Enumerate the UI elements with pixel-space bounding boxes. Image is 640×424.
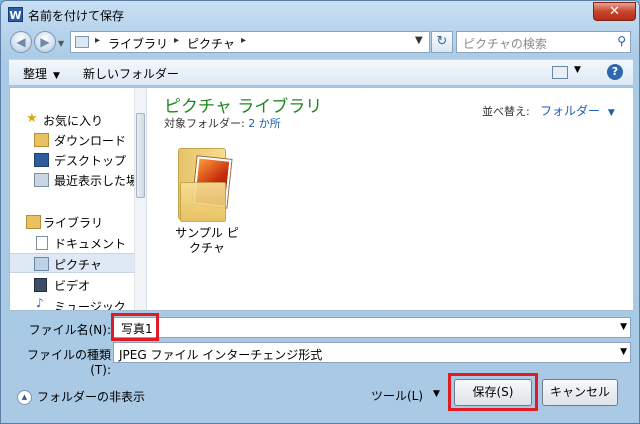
- sort-value: フォルダー: [540, 104, 601, 118]
- search-placeholder: ピクチャの検索: [463, 37, 547, 51]
- download-folder-icon: [34, 133, 49, 147]
- browser-pane: ★ お気に入り ダウンロード デスクトップ 最近表示した場所 ライブラリ: [9, 87, 633, 311]
- sidebar-scrollbar[interactable]: [134, 88, 146, 310]
- sidebar-item-label: ダウンロード: [54, 134, 127, 148]
- library-icon: [26, 215, 41, 229]
- sidebar-item-videos[interactable]: ビデオ: [10, 275, 134, 295]
- library-icon: [75, 36, 89, 48]
- sidebar-item-desktop[interactable]: デスクトップ: [10, 150, 134, 170]
- title-bar: W 名前を付けて保存 ✕: [1, 1, 640, 27]
- address-dropdown-icon[interactable]: ▼: [415, 35, 423, 46]
- sort-label: 並べ替え:: [482, 105, 530, 118]
- file-list-area: ピクチャ ライブラリ 対象フォルダー: 2 か所 並べ替え: フォルダー ▼ サ…: [148, 88, 633, 310]
- folder-front: [180, 182, 226, 222]
- sort-dropdown[interactable]: フォルダー ▼: [540, 102, 615, 119]
- breadcrumb-pictures[interactable]: ピクチャ: [187, 35, 235, 52]
- back-arrow-icon: ◀: [16, 35, 26, 49]
- address-bar[interactable]: ▸ ライブラリ ▸ ピクチャ ▸ ▼: [70, 31, 430, 53]
- breadcrumb-separator-icon[interactable]: ▸: [241, 35, 246, 46]
- chevron-down-icon: ▼: [620, 347, 627, 357]
- hide-folders-label: フォルダーの非表示: [37, 390, 146, 404]
- organize-button[interactable]: 整理 ▼: [23, 65, 60, 82]
- view-icon[interactable]: [552, 66, 568, 79]
- documents-icon: [36, 236, 48, 250]
- collapse-arrow-icon: ▲: [17, 390, 32, 405]
- new-folder-button[interactable]: 新しいフォルダー: [83, 65, 179, 82]
- recent-places-icon: [34, 173, 49, 187]
- window-title: 名前を付けて保存: [28, 9, 125, 23]
- sidebar-item-label: ピクチャ: [54, 258, 102, 272]
- word-app-icon: W: [8, 7, 23, 22]
- filetype-value: JPEG ファイル インターチェンジ形式: [119, 348, 323, 362]
- sidebar-item-label: ドキュメント: [54, 237, 127, 251]
- sidebar-item-recent-places[interactable]: 最近表示した場所: [10, 170, 134, 190]
- save-button[interactable]: 保存(S): [454, 379, 532, 406]
- forward-arrow-icon: ▶: [40, 35, 50, 49]
- sidebar-item-documents[interactable]: ドキュメント: [10, 233, 134, 253]
- hide-folders-button[interactable]: ▲ フォルダーの非表示: [17, 388, 145, 405]
- breadcrumb-separator-icon[interactable]: ▸: [174, 35, 179, 46]
- chevron-down-icon[interactable]: ▼: [433, 389, 440, 399]
- filename-field[interactable]: ▼: [113, 317, 631, 338]
- chevron-down-icon[interactable]: ▼: [620, 322, 627, 332]
- sidebar-item-label: ミュージック: [54, 300, 126, 310]
- filename-value[interactable]: 写真1: [121, 320, 153, 337]
- video-icon: [34, 278, 47, 292]
- view-dropdown-icon[interactable]: ▼: [574, 65, 581, 75]
- pictures-icon: [34, 257, 49, 271]
- tools-menu[interactable]: ツール(L): [371, 387, 423, 404]
- organize-label: 整理: [23, 67, 48, 81]
- filetype-select[interactable]: JPEG ファイル インターチェンジ形式 ▼: [113, 342, 631, 363]
- sidebar-item-downloads[interactable]: ダウンロード: [10, 130, 134, 150]
- sidebar-item-label: デスクトップ: [54, 154, 127, 168]
- navigation-pane: ★ お気に入り ダウンロード デスクトップ 最近表示した場所 ライブラリ: [10, 88, 147, 310]
- target-folders-label: 対象フォルダー:: [164, 117, 245, 130]
- sidebar-item-libraries[interactable]: ライブラリ: [10, 212, 134, 232]
- breadcrumb-separator-icon[interactable]: ▸: [95, 35, 100, 46]
- sidebar-item-label: ビデオ: [54, 279, 91, 293]
- forward-button[interactable]: ▶: [34, 31, 56, 53]
- target-folders-link[interactable]: 2 か所: [248, 117, 281, 130]
- sidebar-item-favorites[interactable]: ★ お気に入り: [10, 110, 134, 130]
- desktop-icon: [34, 153, 49, 167]
- filetype-label: ファイルの種類(T):: [26, 348, 111, 377]
- folder-icon[interactable]: [178, 144, 232, 224]
- history-dropdown-icon[interactable]: ▼: [58, 39, 64, 48]
- command-toolbar: 整理 ▼ 新しいフォルダー ▼ ?: [9, 59, 633, 86]
- search-icon[interactable]: ⚲: [617, 34, 626, 48]
- sidebar-item-music[interactable]: ♪ ミュージック: [10, 296, 134, 310]
- folder-label[interactable]: サンプル ピクチャ: [172, 226, 242, 256]
- chevron-down-icon: ▼: [607, 108, 615, 118]
- refresh-icon: ↻: [436, 34, 448, 49]
- sidebar-item-pictures[interactable]: ピクチャ: [10, 253, 134, 273]
- back-button[interactable]: ◀: [10, 31, 32, 53]
- close-button[interactable]: ✕: [593, 2, 636, 21]
- save-as-dialog: W 名前を付けて保存 ✕ ◀ ▶ ▼ ▸ ライブラリ ▸ ピクチャ ▸ ▼ ↻ …: [0, 0, 640, 424]
- music-icon: ♪: [36, 296, 44, 310]
- breadcrumb-libraries[interactable]: ライブラリ: [108, 35, 168, 52]
- sidebar-item-label: 最近表示した場所: [54, 174, 134, 188]
- search-input[interactable]: ピクチャの検索 ⚲: [456, 31, 631, 53]
- scrollbar-thumb[interactable]: [136, 113, 145, 198]
- help-icon[interactable]: ?: [607, 64, 623, 80]
- filename-label: ファイル名(N):: [28, 323, 111, 337]
- target-folders: 対象フォルダー: 2 か所: [164, 115, 281, 131]
- chevron-down-icon: ▼: [53, 71, 60, 81]
- refresh-button[interactable]: ↻: [431, 31, 453, 53]
- sidebar-item-label: お気に入り: [43, 114, 104, 128]
- sidebar-item-label: ライブラリ: [43, 216, 104, 230]
- cancel-button[interactable]: キャンセル: [542, 379, 618, 406]
- star-icon: ★: [26, 111, 38, 126]
- library-title: ピクチャ ライブラリ: [164, 97, 323, 117]
